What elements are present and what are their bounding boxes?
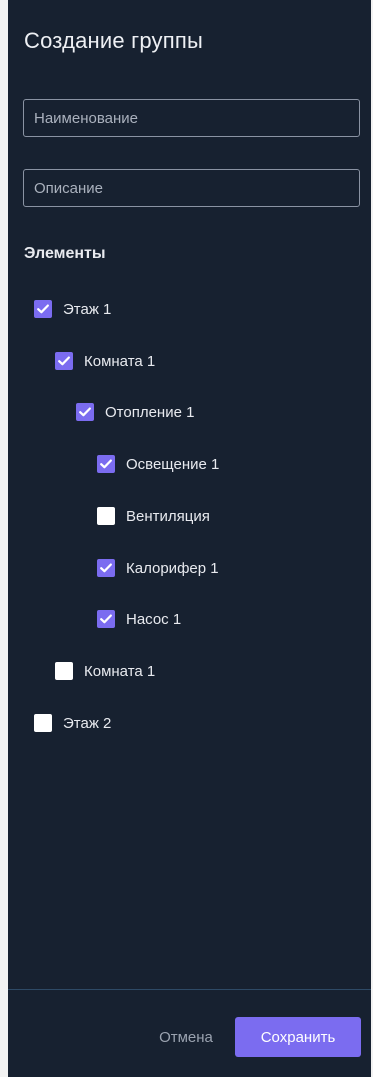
checkmark-icon	[37, 304, 49, 314]
tree-item[interactable]: Комната 1	[55, 350, 155, 372]
tree-item[interactable]: Вентиляция	[97, 505, 210, 527]
tree-item[interactable]: Комната 1	[55, 660, 155, 682]
tree-item[interactable]: Освещение 1	[97, 453, 219, 475]
checkbox-checked[interactable]	[97, 559, 115, 577]
checkmark-icon	[100, 614, 112, 624]
tree-item-label: Отопление 1	[105, 403, 195, 421]
elements-section-label: Элементы	[24, 245, 106, 262]
tree-item[interactable]: Калорифер 1	[97, 557, 219, 579]
footer-divider	[8, 989, 371, 990]
cancel-button[interactable]: Отмена	[146, 1018, 226, 1056]
checkbox-checked[interactable]	[55, 352, 73, 370]
tree-item-label: Вентиляция	[126, 507, 210, 525]
create-group-panel: Создание группы Элементы Этаж 1 Комната 1…	[8, 0, 371, 1077]
tree-item[interactable]: Отопление 1	[76, 401, 194, 423]
checkbox-checked[interactable]	[76, 403, 94, 421]
save-button[interactable]: Сохранить	[235, 1017, 361, 1057]
checkbox-unchecked[interactable]	[34, 714, 52, 732]
checkbox-unchecked[interactable]	[55, 662, 73, 680]
name-input[interactable]	[23, 99, 360, 137]
tree-item-label: Насос 1	[126, 610, 182, 628]
tree-item-label: Этаж 1	[63, 300, 112, 318]
checkmark-icon	[100, 563, 112, 573]
checkbox-unchecked[interactable]	[97, 507, 115, 525]
tree-item-label: Этаж 2	[63, 714, 112, 732]
checkbox-checked[interactable]	[34, 300, 52, 318]
description-input[interactable]	[23, 169, 360, 207]
tree-item[interactable]: Насос 1	[97, 608, 181, 630]
tree-item-label: Комната 1	[84, 352, 156, 370]
checkmark-icon	[79, 407, 91, 417]
tree-item[interactable]: Этаж 1	[34, 298, 111, 320]
tree-item-label: Освещение 1	[126, 455, 220, 473]
checkbox-checked[interactable]	[97, 455, 115, 473]
tree-item[interactable]: Этаж 2	[34, 712, 111, 734]
checkmark-icon	[100, 459, 112, 469]
tree-item-label: Комната 1	[84, 662, 156, 680]
checkmark-icon	[58, 356, 70, 366]
dialog-title: Создание группы	[24, 28, 203, 53]
tree-item-label: Калорифер 1	[126, 559, 219, 577]
checkbox-checked[interactable]	[97, 610, 115, 628]
